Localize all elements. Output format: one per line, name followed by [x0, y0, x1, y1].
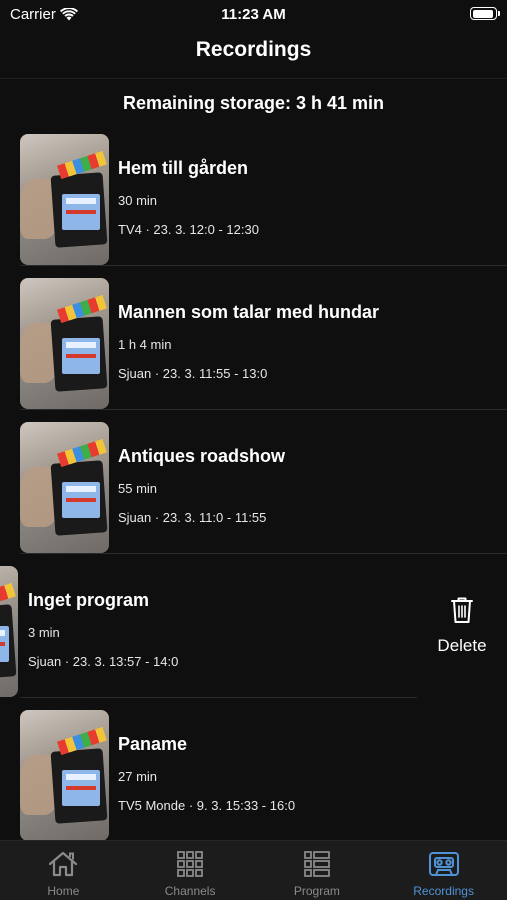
nav-divider: [0, 78, 507, 79]
tab-program-label: Program: [293, 884, 340, 898]
trash-icon: [451, 597, 473, 623]
tab-channels-label: Channels: [164, 884, 216, 898]
grid-icon: [177, 851, 204, 877]
recording-thumbnail: [20, 422, 109, 553]
page-title: Recordings: [195, 38, 312, 61]
recording-channel-time: Sjuan · 23. 3. 11:0 - 11:55: [118, 510, 267, 525]
recording-row[interactable]: Antiques roadshow 55 min Sjuan · 23. 3. …: [0, 410, 507, 554]
recording-title: Paname: [118, 734, 188, 754]
recording-thumbnail: [20, 278, 109, 409]
recording-row[interactable]: Paname 27 min TV5 Monde · 9. 3. 15:33 - …: [0, 698, 507, 840]
recording-thumbnail: [20, 134, 109, 265]
recording-duration: 27 min: [118, 769, 158, 784]
recording-channel-time: Sjuan · 23. 3. 11:55 - 13:0: [118, 366, 268, 381]
recording-title: Mannen som talar med hundar: [118, 302, 380, 322]
list-icon: [303, 851, 330, 877]
tab-bar: Home Channels Program Recordings: [0, 840, 507, 900]
tab-home[interactable]: Home: [0, 841, 127, 900]
delete-label: Delete: [437, 636, 487, 655]
remaining-storage: Remaining storage: 3 h 41 min: [122, 93, 385, 113]
tab-recordings-label: Recordings: [413, 884, 474, 898]
recording-duration: 30 min: [118, 193, 158, 208]
tab-program[interactable]: Program: [254, 841, 381, 900]
recording-channel-time: TV5 Monde · 9. 3. 15:33 - 16:0: [118, 798, 296, 813]
recording-row[interactable]: Hem till gården 30 min TV4 · 23. 3. 12:0…: [0, 122, 507, 266]
tab-recordings[interactable]: Recordings: [380, 841, 507, 900]
status-bar: Carrier 11:23 AM: [0, 0, 507, 28]
recordings-list[interactable]: Hem till gården 30 min TV4 · 23. 3. 12:0…: [0, 122, 507, 840]
tab-home-label: Home: [47, 884, 80, 898]
cassette-icon: [428, 852, 459, 876]
delete-button[interactable]: Delete: [417, 554, 507, 698]
recording-title: Hem till gården: [118, 158, 249, 178]
battery-icon: [470, 7, 500, 20]
recording-channel-time: TV4 · 23. 3. 12:0 - 12:30: [118, 222, 259, 237]
recording-title: Antiques roadshow: [118, 446, 286, 466]
recording-row[interactable]: Mannen som talar med hundar 1 h 4 min Sj…: [0, 266, 507, 410]
status-time: 11:23 AM: [221, 6, 286, 23]
tab-channels[interactable]: Channels: [127, 841, 254, 900]
recording-duration: 55 min: [118, 481, 158, 496]
recording-row-swiped[interactable]: Inget program 3 min Sjuan · 23. 3. 13:57…: [0, 554, 507, 698]
recording-thumbnail: [0, 566, 18, 697]
home-icon: [49, 851, 78, 877]
recording-duration: 1 h 4 min: [118, 337, 172, 352]
recording-thumbnail: [20, 710, 109, 840]
